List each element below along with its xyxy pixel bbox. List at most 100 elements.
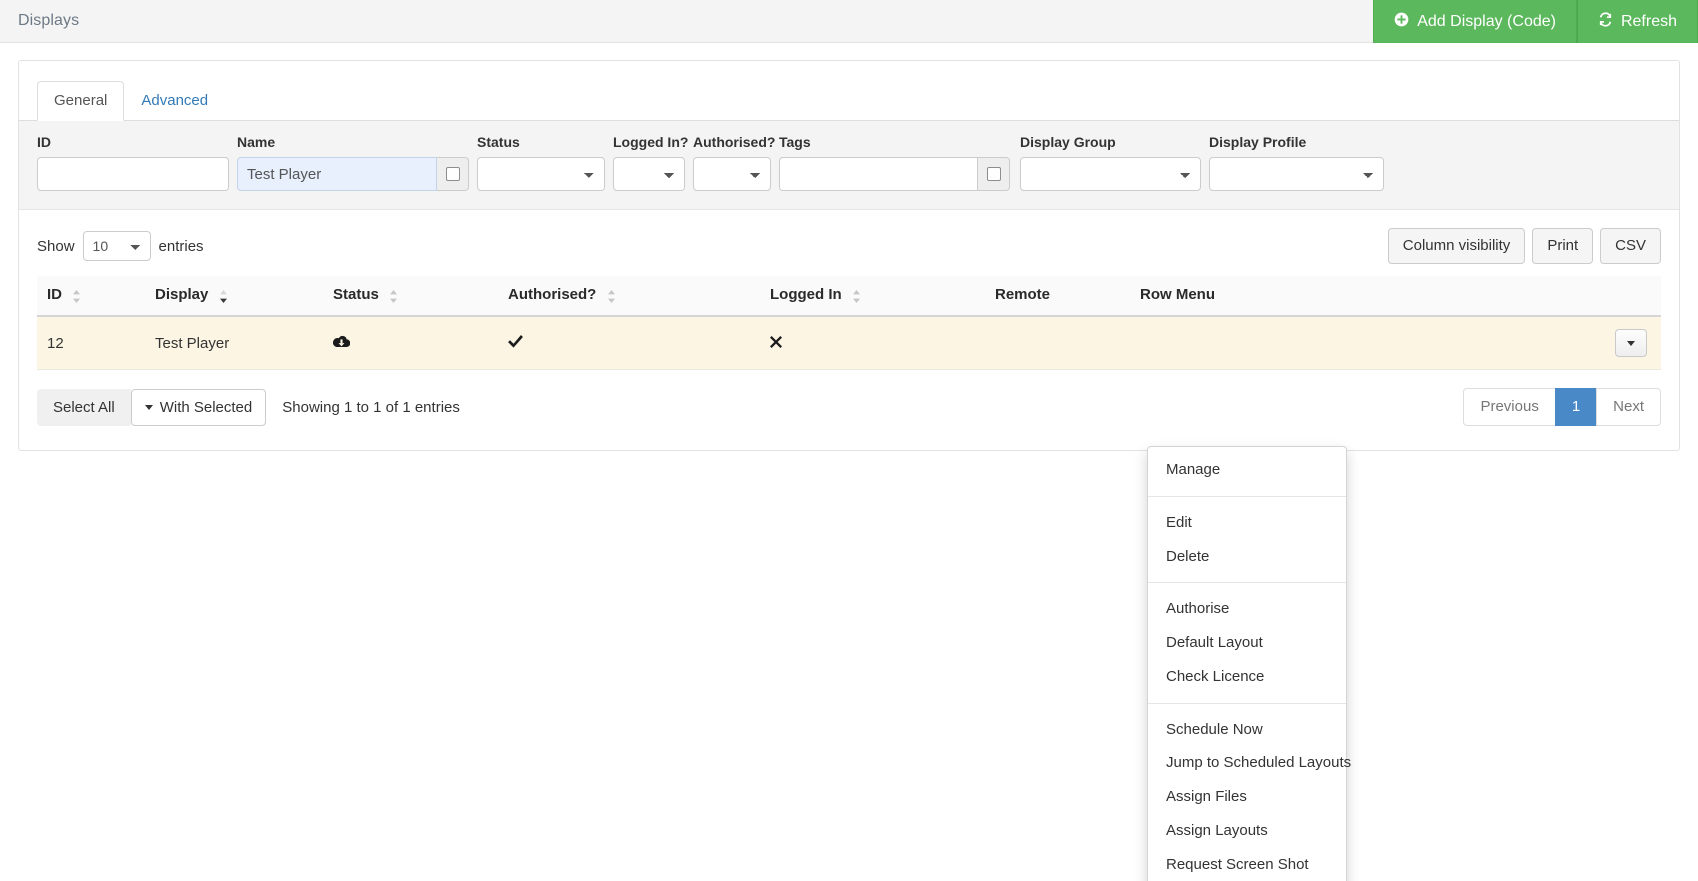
checkbox-icon — [986, 167, 1001, 182]
cell-row-menu — [1130, 316, 1661, 371]
row-menu-button[interactable] — [1615, 329, 1647, 358]
add-display-button[interactable]: Add Display (Code) — [1373, 0, 1577, 43]
sort-both-icon — [852, 287, 862, 304]
filter-display-profile-select[interactable] — [1209, 157, 1384, 192]
row-menu-item-assign-files[interactable]: Assign Files — [1148, 780, 1346, 814]
col-header-row-menu: Row Menu — [1130, 276, 1661, 318]
check-icon — [508, 334, 523, 352]
table-header-row: ID Display Status Authorised? Logged In … — [37, 276, 1661, 318]
pagination-next[interactable]: Next — [1596, 388, 1661, 427]
show-label: Show — [37, 237, 75, 255]
row-menu-item-manage[interactable]: Manage — [1148, 453, 1346, 487]
row-menu-dropdown: Manage Edit Delete Authorise Default Lay… — [1147, 446, 1351, 881]
row-menu-item-jump-to-scheduled-layouts[interactable]: Jump to Scheduled Layouts — [1148, 746, 1351, 780]
cell-authorised — [498, 316, 760, 371]
filter-status-group: Status — [477, 133, 605, 192]
page-length-select[interactable]: 10 — [82, 231, 151, 262]
table-footer: Select All With Selected Showing 1 to 1 … — [19, 370, 1679, 450]
export-buttons: Column visibility Print CSV — [1387, 228, 1661, 265]
refresh-label: Refresh — [1620, 12, 1677, 30]
filter-display-group-select[interactable] — [1020, 157, 1201, 192]
filter-id-label: ID — [37, 134, 51, 150]
col-header-id[interactable]: ID — [37, 276, 145, 318]
filter-logged-in-group: Logged In? — [613, 133, 689, 192]
page-title: Displays — [18, 12, 80, 29]
with-selected-button[interactable]: With Selected — [130, 388, 267, 426]
filter-display-profile-group: Display Profile — [1209, 133, 1384, 192]
row-menu-item-edit[interactable]: Edit — [1148, 506, 1346, 540]
row-menu-group-3: Authorise Default Layout Check Licence — [1148, 592, 1346, 693]
table-row[interactable]: 12 Test Player — [37, 316, 1661, 371]
col-header-logged-in[interactable]: Logged In — [760, 276, 985, 318]
sort-both-icon — [607, 287, 617, 304]
times-icon — [770, 335, 782, 352]
pagination-page-1[interactable]: 1 — [1554, 388, 1598, 427]
filter-name-exact-checkbox[interactable] — [437, 157, 469, 192]
row-menu-item-schedule-now[interactable]: Schedule Now — [1148, 713, 1346, 747]
row-menu-item-assign-layouts[interactable]: Assign Layouts — [1148, 814, 1346, 848]
filter-display-profile-label: Display Profile — [1209, 134, 1307, 150]
table-controls: Show 10 entries Column visibility Print … — [19, 210, 1679, 276]
filter-id-group: ID — [37, 133, 229, 192]
menu-divider — [1148, 582, 1346, 584]
filter-authorised-select[interactable] — [693, 157, 771, 192]
footer-left: Select All With Selected Showing 1 to 1 … — [37, 388, 460, 426]
filter-form: ID Name Status — [19, 121, 1679, 211]
print-button[interactable]: Print — [1532, 228, 1594, 265]
tab-advanced[interactable]: Advanced — [124, 81, 225, 121]
table-body: 12 Test Player — [37, 316, 1661, 371]
pagination-previous[interactable]: Previous — [1463, 388, 1556, 427]
row-menu-group-1: Manage — [1148, 453, 1346, 487]
top-bar: Displays Add Display (Code) Refresh — [0, 0, 1698, 43]
menu-divider — [1148, 702, 1346, 704]
refresh-button[interactable]: Refresh — [1576, 0, 1698, 43]
filter-name-label: Name — [237, 134, 276, 150]
cell-logged-in — [760, 316, 985, 371]
entries-label: entries — [158, 237, 204, 255]
filter-logged-in-label: Logged In? — [613, 134, 689, 150]
filter-display-group-label: Display Group — [1020, 134, 1116, 150]
sort-both-icon — [72, 287, 82, 304]
displays-panel: General Advanced ID Name Test Player Sta… — [18, 60, 1680, 881]
row-menu-item-delete[interactable]: Delete — [1148, 540, 1346, 574]
displays-table: ID Display Status Authorised? Logged In … — [37, 276, 1661, 371]
filter-logged-in-select[interactable] — [613, 157, 685, 192]
checkbox-icon — [445, 167, 460, 182]
caret-down-icon — [144, 404, 153, 410]
filter-display-group-group: Display Group — [1020, 133, 1201, 192]
filter-tags-label: Tags — [779, 134, 811, 150]
filter-status-select[interactable] — [477, 157, 605, 192]
col-header-remote[interactable]: Remote — [985, 276, 1130, 318]
top-bar-actions: Add Display (Code) Refresh — [1373, 0, 1698, 43]
row-menu-item-check-licence[interactable]: Check Licence — [1148, 660, 1346, 694]
cell-id: 12 — [37, 316, 145, 371]
column-visibility-button[interactable]: Column visibility — [1387, 228, 1526, 265]
select-all-button[interactable]: Select All — [37, 388, 131, 426]
tab-general[interactable]: General — [37, 81, 125, 121]
row-menu-item-default-layout[interactable]: Default Layout — [1148, 626, 1346, 660]
cell-status — [323, 316, 498, 371]
displays-table-area: ID Display Status Authorised? Logged In … — [19, 276, 1679, 371]
caret-down-icon — [1627, 340, 1635, 346]
table-head: ID Display Status Authorised? Logged In … — [37, 276, 1661, 318]
row-menu-item-authorise[interactable]: Authorise — [1148, 592, 1346, 626]
col-header-status[interactable]: Status — [323, 276, 498, 318]
filter-authorised-group: Authorised? — [693, 133, 775, 192]
filter-tags-exact-checkbox[interactable] — [978, 157, 1010, 192]
col-header-display[interactable]: Display — [145, 276, 323, 318]
filter-tags-input[interactable] — [779, 157, 978, 192]
filter-name-group: Name — [237, 133, 469, 192]
row-menu-item-request-screen-shot[interactable]: Request Screen Shot — [1148, 848, 1346, 881]
table-info: Showing 1 to 1 of 1 entries — [282, 398, 460, 416]
add-display-label: Add Display (Code) — [1417, 12, 1556, 30]
page-length-control: Show 10 entries — [37, 231, 204, 262]
filter-tags-group: Tags — [779, 133, 1012, 192]
csv-button[interactable]: CSV — [1600, 228, 1661, 265]
filter-id-input[interactable] — [37, 157, 229, 192]
menu-divider — [1148, 495, 1346, 497]
col-header-authorised[interactable]: Authorised? — [498, 276, 760, 318]
sort-desc-icon — [219, 287, 229, 304]
filter-status-label: Status — [477, 134, 520, 150]
filter-tabs: General Advanced — [19, 61, 1679, 121]
filter-name-input[interactable] — [237, 157, 437, 192]
